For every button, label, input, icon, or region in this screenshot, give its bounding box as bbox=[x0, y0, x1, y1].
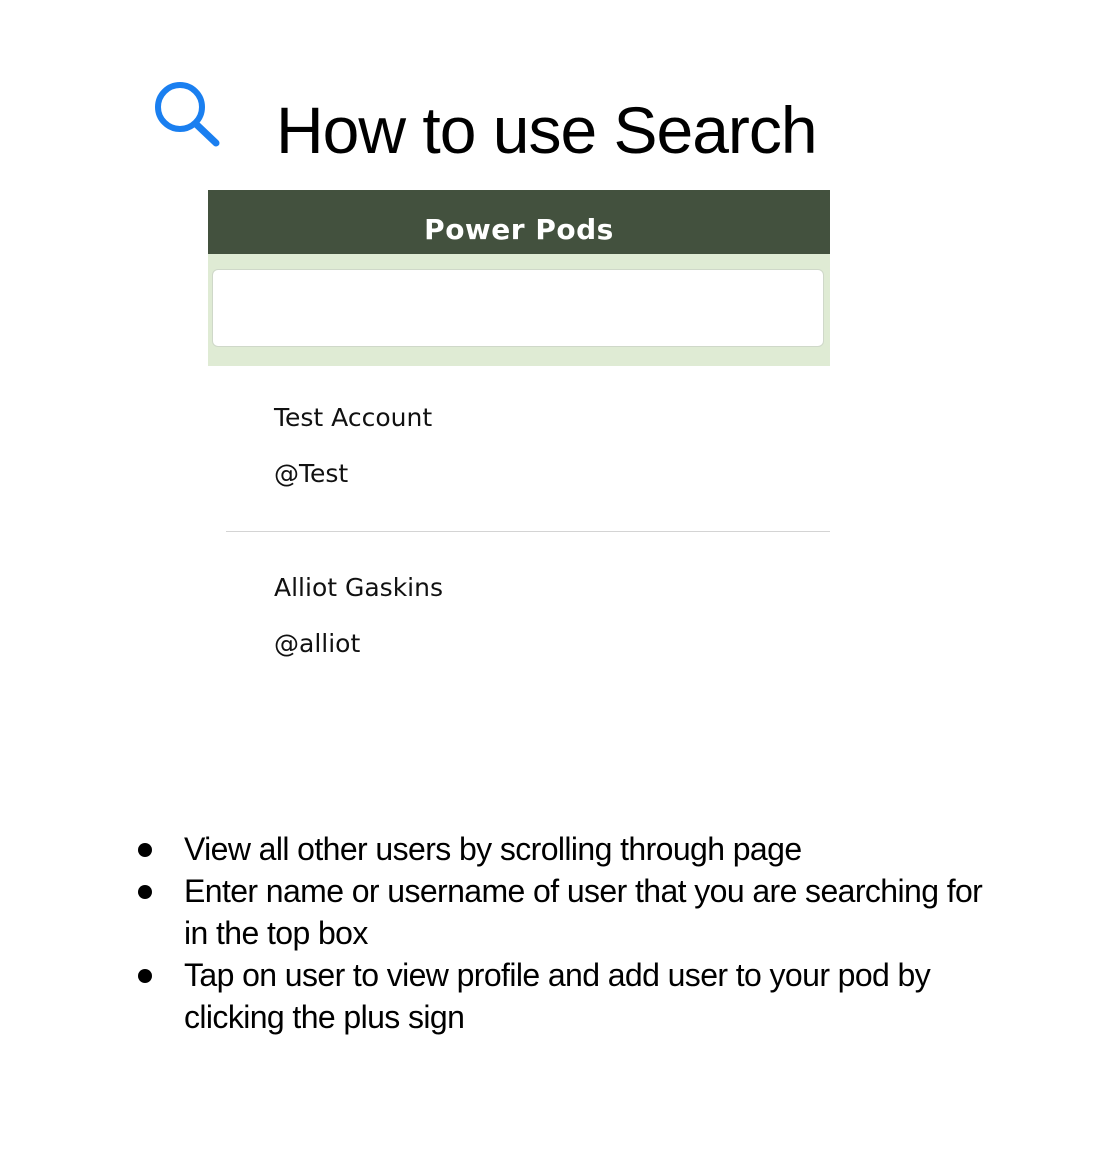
instruction-item: Enter name or username of user that you … bbox=[138, 870, 988, 954]
app-header: Power Pods bbox=[208, 190, 830, 254]
user-list-item[interactable]: Test Account @Test bbox=[208, 376, 830, 516]
user-handle: @Test bbox=[274, 459, 349, 488]
instruction-list: View all other users by scrolling throug… bbox=[138, 828, 988, 1038]
user-list-item[interactable]: Alliot Gaskins @alliot bbox=[208, 546, 830, 686]
bullet-icon bbox=[138, 843, 152, 857]
instruction-text: Tap on user to view profile and add user… bbox=[184, 957, 931, 1035]
search-icon bbox=[155, 82, 220, 147]
page-title: How to use Search bbox=[276, 93, 818, 167]
bullet-icon bbox=[138, 969, 152, 983]
user-handle: @alliot bbox=[274, 629, 361, 658]
list-divider bbox=[226, 531, 830, 532]
instruction-text: View all other users by scrolling throug… bbox=[184, 831, 802, 867]
instruction-item: View all other users by scrolling throug… bbox=[138, 828, 988, 870]
bullet-icon bbox=[138, 885, 152, 899]
user-name: Test Account bbox=[274, 403, 433, 432]
instruction-item: Tap on user to view profile and add user… bbox=[138, 954, 988, 1038]
search-input[interactable] bbox=[212, 269, 824, 347]
user-name: Alliot Gaskins bbox=[274, 573, 443, 602]
instruction-text: Enter name or username of user that you … bbox=[184, 873, 983, 951]
search-bar bbox=[208, 254, 830, 366]
app-screenshot: Power Pods Test Account @Test Alliot Gas… bbox=[208, 190, 830, 690]
app-title: Power Pods bbox=[424, 213, 614, 246]
